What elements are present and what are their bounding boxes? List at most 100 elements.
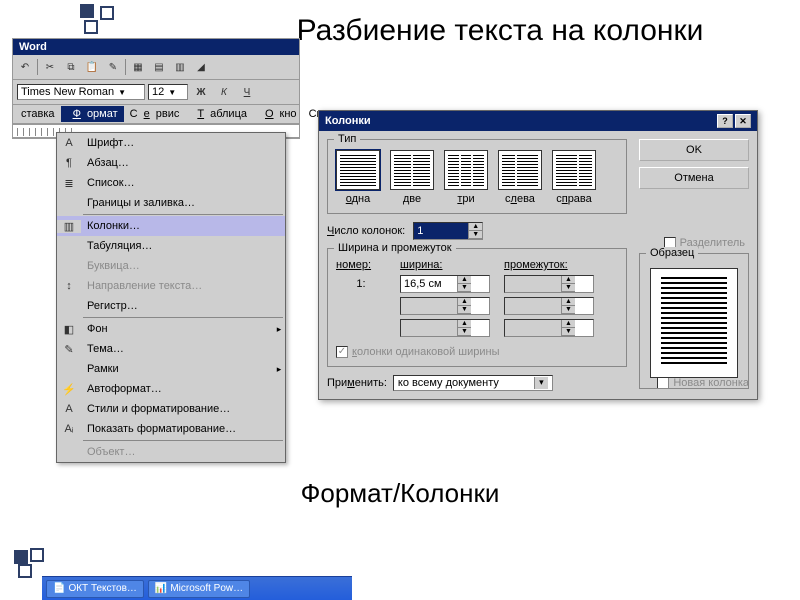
menu-item-columns[interactable]: ▥Колонки… bbox=[57, 216, 285, 236]
insert-table-icon[interactable]: ▦ bbox=[128, 57, 148, 77]
submenu-arrow-icon: ▸ bbox=[273, 324, 285, 335]
spin-down-icon[interactable]: ▼ bbox=[469, 231, 482, 239]
menu-item-case[interactable]: Регистр… bbox=[57, 296, 285, 316]
reveal-icon: Aᵢ bbox=[57, 423, 81, 435]
taskbar-item-word[interactable]: 📄ОКТ Текстов… bbox=[46, 580, 144, 598]
submenu-arrow-icon: ▸ bbox=[273, 364, 285, 375]
row1-gap-input bbox=[505, 276, 561, 292]
taskbar-item-powerpoint[interactable]: 📊Microsoft Pow… bbox=[148, 580, 250, 598]
taskbar-fragment: 📄ОКТ Текстов… 📊Microsoft Pow… bbox=[42, 576, 352, 600]
menu-table[interactable]: Таблица bbox=[185, 106, 253, 122]
type-one-label: о bbox=[346, 193, 352, 205]
type-two[interactable]: две bbox=[390, 150, 434, 205]
autoformat-icon: ⚡ bbox=[57, 383, 81, 396]
type-right[interactable]: справа bbox=[552, 150, 596, 205]
theme-icon: ✎ bbox=[57, 343, 81, 356]
font-size-combo[interactable]: 12▼ bbox=[148, 84, 188, 100]
dialog-title-text: Колонки bbox=[325, 115, 371, 127]
row1-width-input[interactable] bbox=[401, 276, 457, 292]
columns-dialog: Колонки ? ✕ OK Отмена Тип одна две bbox=[318, 110, 758, 400]
hdr-gap: промежуток: bbox=[504, 259, 594, 271]
menu-item-textdirection: ↕Направление текста… bbox=[57, 276, 285, 296]
accent-square bbox=[84, 20, 98, 34]
slide-title: Разбиение текста на колонки bbox=[280, 12, 720, 50]
type-one[interactable]: одна bbox=[336, 150, 380, 205]
sample-preview bbox=[650, 268, 738, 378]
menu-item-styles[interactable]: AСтили и форматирование… bbox=[57, 399, 285, 419]
help-button[interactable]: ? bbox=[717, 114, 733, 128]
font-name-combo[interactable]: Times New Roman▼ bbox=[17, 84, 145, 100]
row1-width-spinner[interactable]: ▲▼ bbox=[400, 275, 490, 293]
menu-separator bbox=[83, 440, 283, 441]
dropdown-arrow-icon: ▼ bbox=[118, 88, 126, 97]
row2-width-spinner: ▲▼ bbox=[400, 297, 490, 315]
row1-number: 1: bbox=[336, 278, 386, 290]
word-titlebar: Word bbox=[13, 39, 299, 55]
paragraph-icon: ¶ bbox=[57, 157, 81, 169]
spin-up-icon[interactable]: ▲ bbox=[469, 223, 482, 231]
ok-button[interactable]: OK bbox=[639, 139, 749, 161]
type-three[interactable]: три bbox=[444, 150, 488, 205]
accent-square bbox=[80, 4, 94, 18]
row1-gap-spinner: ▲▼ bbox=[504, 275, 594, 293]
paste-icon[interactable]: 📋 bbox=[82, 57, 102, 77]
word-toolbar-standard: ↶ ✂ ⧉ 📋 ✎ ▦ ▤ ▥ ◢ bbox=[13, 55, 299, 80]
copy-icon[interactable]: ⧉ bbox=[61, 57, 81, 77]
accent-square bbox=[100, 6, 114, 20]
italic-button[interactable]: К bbox=[214, 82, 234, 102]
menu-item-paragraph[interactable]: ¶Абзац… bbox=[57, 153, 285, 173]
dialog-titlebar: Колонки ? ✕ bbox=[319, 111, 757, 131]
word-doc-icon: 📄 bbox=[53, 583, 65, 594]
bold-button[interactable]: Ж bbox=[191, 82, 211, 102]
menu-insert-clipped[interactable]: ставка bbox=[15, 106, 61, 122]
drawing-icon[interactable]: ◢ bbox=[191, 57, 211, 77]
apply-combo[interactable]: ко всему документу▾ bbox=[393, 375, 553, 391]
menu-item-borders[interactable]: Границы и заливка… bbox=[57, 193, 285, 213]
close-button[interactable]: ✕ bbox=[735, 114, 751, 128]
format-painter-icon[interactable]: ✎ bbox=[103, 57, 123, 77]
count-label: Число колонок: bbox=[327, 225, 405, 237]
styles-icon: A bbox=[57, 403, 81, 415]
row2-gap-spinner: ▲▼ bbox=[504, 297, 594, 315]
type-left[interactable]: слева bbox=[498, 150, 542, 205]
width-group: Ширина и промежуток номер: ширина: проме… bbox=[327, 248, 627, 367]
row3-gap-spinner: ▲▼ bbox=[504, 319, 594, 337]
undo-icon[interactable]: ↶ bbox=[15, 57, 35, 77]
font-icon: A bbox=[57, 137, 81, 149]
font-size-value: 12 bbox=[152, 86, 164, 98]
word-app-window: Word ↶ ✂ ⧉ 📋 ✎ ▦ ▤ ▥ ◢ Times New Roman▼ … bbox=[12, 38, 300, 139]
columns-toolbar-icon[interactable]: ▥ bbox=[170, 57, 190, 77]
menu-item-theme[interactable]: ✎Тема… bbox=[57, 339, 285, 359]
menu-item-autoformat[interactable]: ⚡Автоформат… bbox=[57, 379, 285, 399]
insert-excel-icon[interactable]: ▤ bbox=[149, 57, 169, 77]
menu-separator bbox=[83, 214, 283, 215]
accent-square bbox=[14, 550, 28, 564]
dropdown-arrow-icon: ▾ bbox=[534, 377, 548, 389]
underline-button[interactable]: Ч bbox=[237, 82, 257, 102]
menu-format[interactable]: Формат bbox=[61, 106, 124, 122]
menu-window[interactable]: Окно bbox=[253, 106, 303, 122]
menu-item-font[interactable]: AШрифт… bbox=[57, 133, 285, 153]
menu-item-background[interactable]: ◧Фон▸ bbox=[57, 319, 285, 339]
format-menu-dropdown: AШрифт… ¶Абзац… ≣Список… Границы и залив… bbox=[56, 132, 286, 463]
cut-icon[interactable]: ✂ bbox=[40, 57, 60, 77]
list-icon: ≣ bbox=[57, 177, 81, 190]
bucket-icon: ◧ bbox=[57, 323, 81, 336]
type-group: Тип одна две три слева bbox=[327, 139, 627, 214]
menu-item-tabs[interactable]: Табуляция… bbox=[57, 236, 285, 256]
count-spinner[interactable]: ▲▼ bbox=[413, 222, 483, 240]
menu-item-reveal-formatting[interactable]: AᵢПоказать форматирование… bbox=[57, 419, 285, 439]
menu-item-dropcap: Буквица… bbox=[57, 256, 285, 276]
count-input[interactable] bbox=[414, 223, 468, 239]
accent-square bbox=[30, 548, 44, 562]
menu-tools[interactable]: Сервис bbox=[124, 106, 186, 122]
columns-icon: ▥ bbox=[57, 220, 81, 233]
type-group-label: Тип bbox=[334, 133, 360, 145]
menu-separator bbox=[83, 317, 283, 318]
menu-item-frames[interactable]: Рамки▸ bbox=[57, 359, 285, 379]
cancel-button[interactable]: Отмена bbox=[639, 167, 749, 189]
apply-label: Применить: bbox=[327, 377, 387, 389]
word-toolbar-formatting: Times New Roman▼ 12▼ Ж К Ч bbox=[13, 80, 299, 105]
menu-item-list[interactable]: ≣Список… bbox=[57, 173, 285, 193]
slide-footer: Формат/Колонки bbox=[0, 478, 800, 509]
